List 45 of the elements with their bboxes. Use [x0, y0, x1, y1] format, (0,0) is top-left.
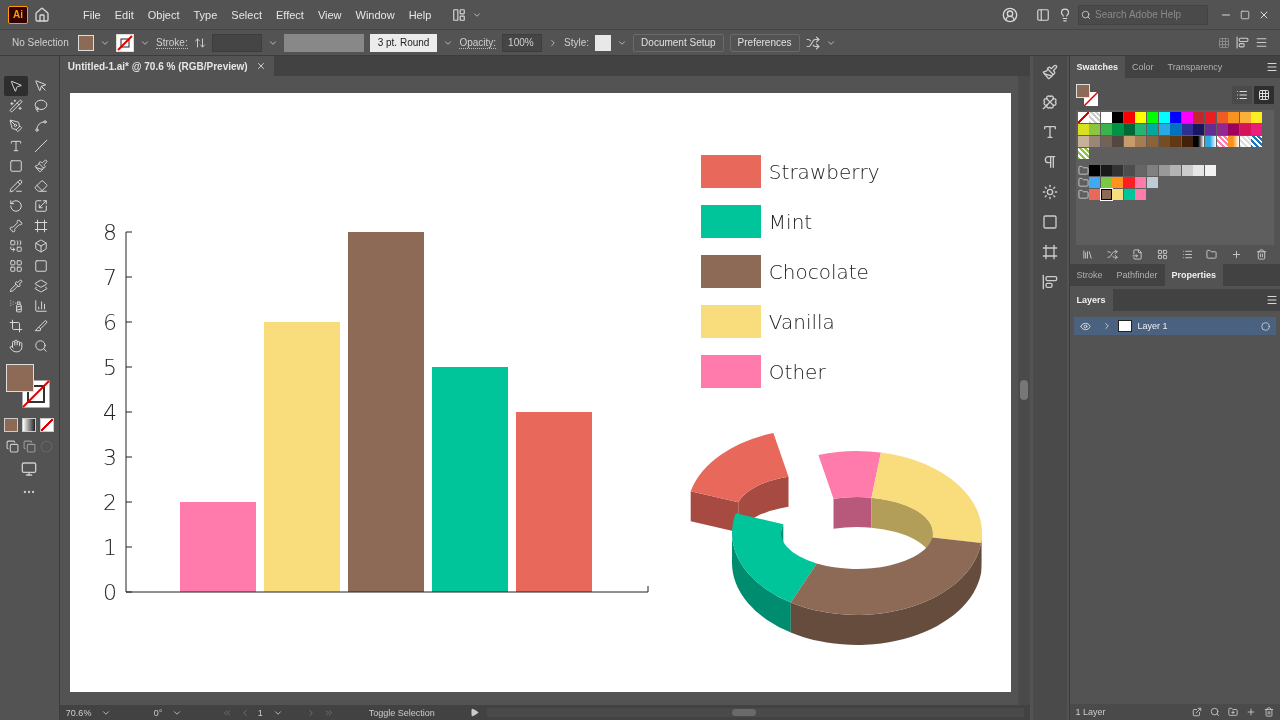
- style-label: Style:: [564, 37, 590, 48]
- search-field[interactable]: Search Adobe Help: [1078, 4, 1208, 25]
- menu-item[interactable]: View: [312, 6, 347, 23]
- opacity-field[interactable]: 100%: [502, 33, 543, 52]
- y-tick-label: 5: [102, 355, 117, 380]
- legend-label: Strawberry: [768, 159, 880, 184]
- document-title: Untitled-1.ai* @ 70.6 % (RGB/Preview): [67, 60, 248, 72]
- app-logo[interactable]: Ai: [8, 5, 28, 24]
- toolbar-button[interactable]: Document Setup: [633, 33, 724, 52]
- menu-item[interactable]: File: [78, 6, 106, 23]
- y-tick-label: 7: [102, 265, 117, 290]
- y-tick-label: 1: [102, 535, 117, 560]
- layer-count: 1 Layer: [1075, 707, 1107, 717]
- menu-item[interactable]: Effect: [270, 6, 309, 23]
- toolbar-button[interactable]: Preferences: [729, 33, 800, 52]
- menu-item[interactable]: Select: [226, 6, 267, 23]
- y-tick-label: 4: [102, 400, 117, 425]
- stroke-label: Stroke:: [156, 36, 188, 49]
- y-tick-label: 6: [102, 310, 117, 335]
- opacity-label: Opacity:: [459, 36, 497, 49]
- document-tab[interactable]: Untitled-1.ai* @ 70.6 % (RGB/Preview): [59, 56, 274, 76]
- brush-field[interactable]: 3 pt. Round: [369, 33, 438, 52]
- legend-label: Vanilla: [768, 309, 835, 334]
- rotation-field[interactable]: 0°: [153, 707, 214, 718]
- selection-status: No Selection: [12, 37, 70, 48]
- y-tick-label: 0: [102, 580, 117, 605]
- legend-label: Other: [768, 359, 826, 384]
- panel-tab[interactable]: Swatches: [1069, 56, 1126, 78]
- panel-tab[interactable]: Layers: [1069, 289, 1113, 311]
- menu-item[interactable]: Edit: [109, 6, 139, 23]
- status-message: Toggle Selection: [367, 707, 436, 718]
- menu-item[interactable]: Type: [188, 6, 223, 23]
- legend-label: Mint: [768, 209, 813, 234]
- panel-tab[interactable]: Properties: [1164, 264, 1224, 286]
- y-tick-label: 2: [102, 490, 117, 515]
- menu-item[interactable]: Object: [142, 6, 185, 23]
- y-tick-label: 3: [102, 445, 117, 470]
- y-tick-label: 8: [102, 220, 117, 245]
- menu-item[interactable]: Help: [403, 6, 437, 23]
- artboard-field[interactable]: 1: [257, 707, 298, 718]
- layer-row[interactable]: Layer 1: [1073, 317, 1276, 335]
- legend-label: Chocolate: [768, 259, 869, 284]
- menu-item[interactable]: Window: [350, 6, 400, 23]
- zoom-field[interactable]: 70.6%: [65, 707, 146, 718]
- layer-name: Layer 1: [1137, 321, 1169, 331]
